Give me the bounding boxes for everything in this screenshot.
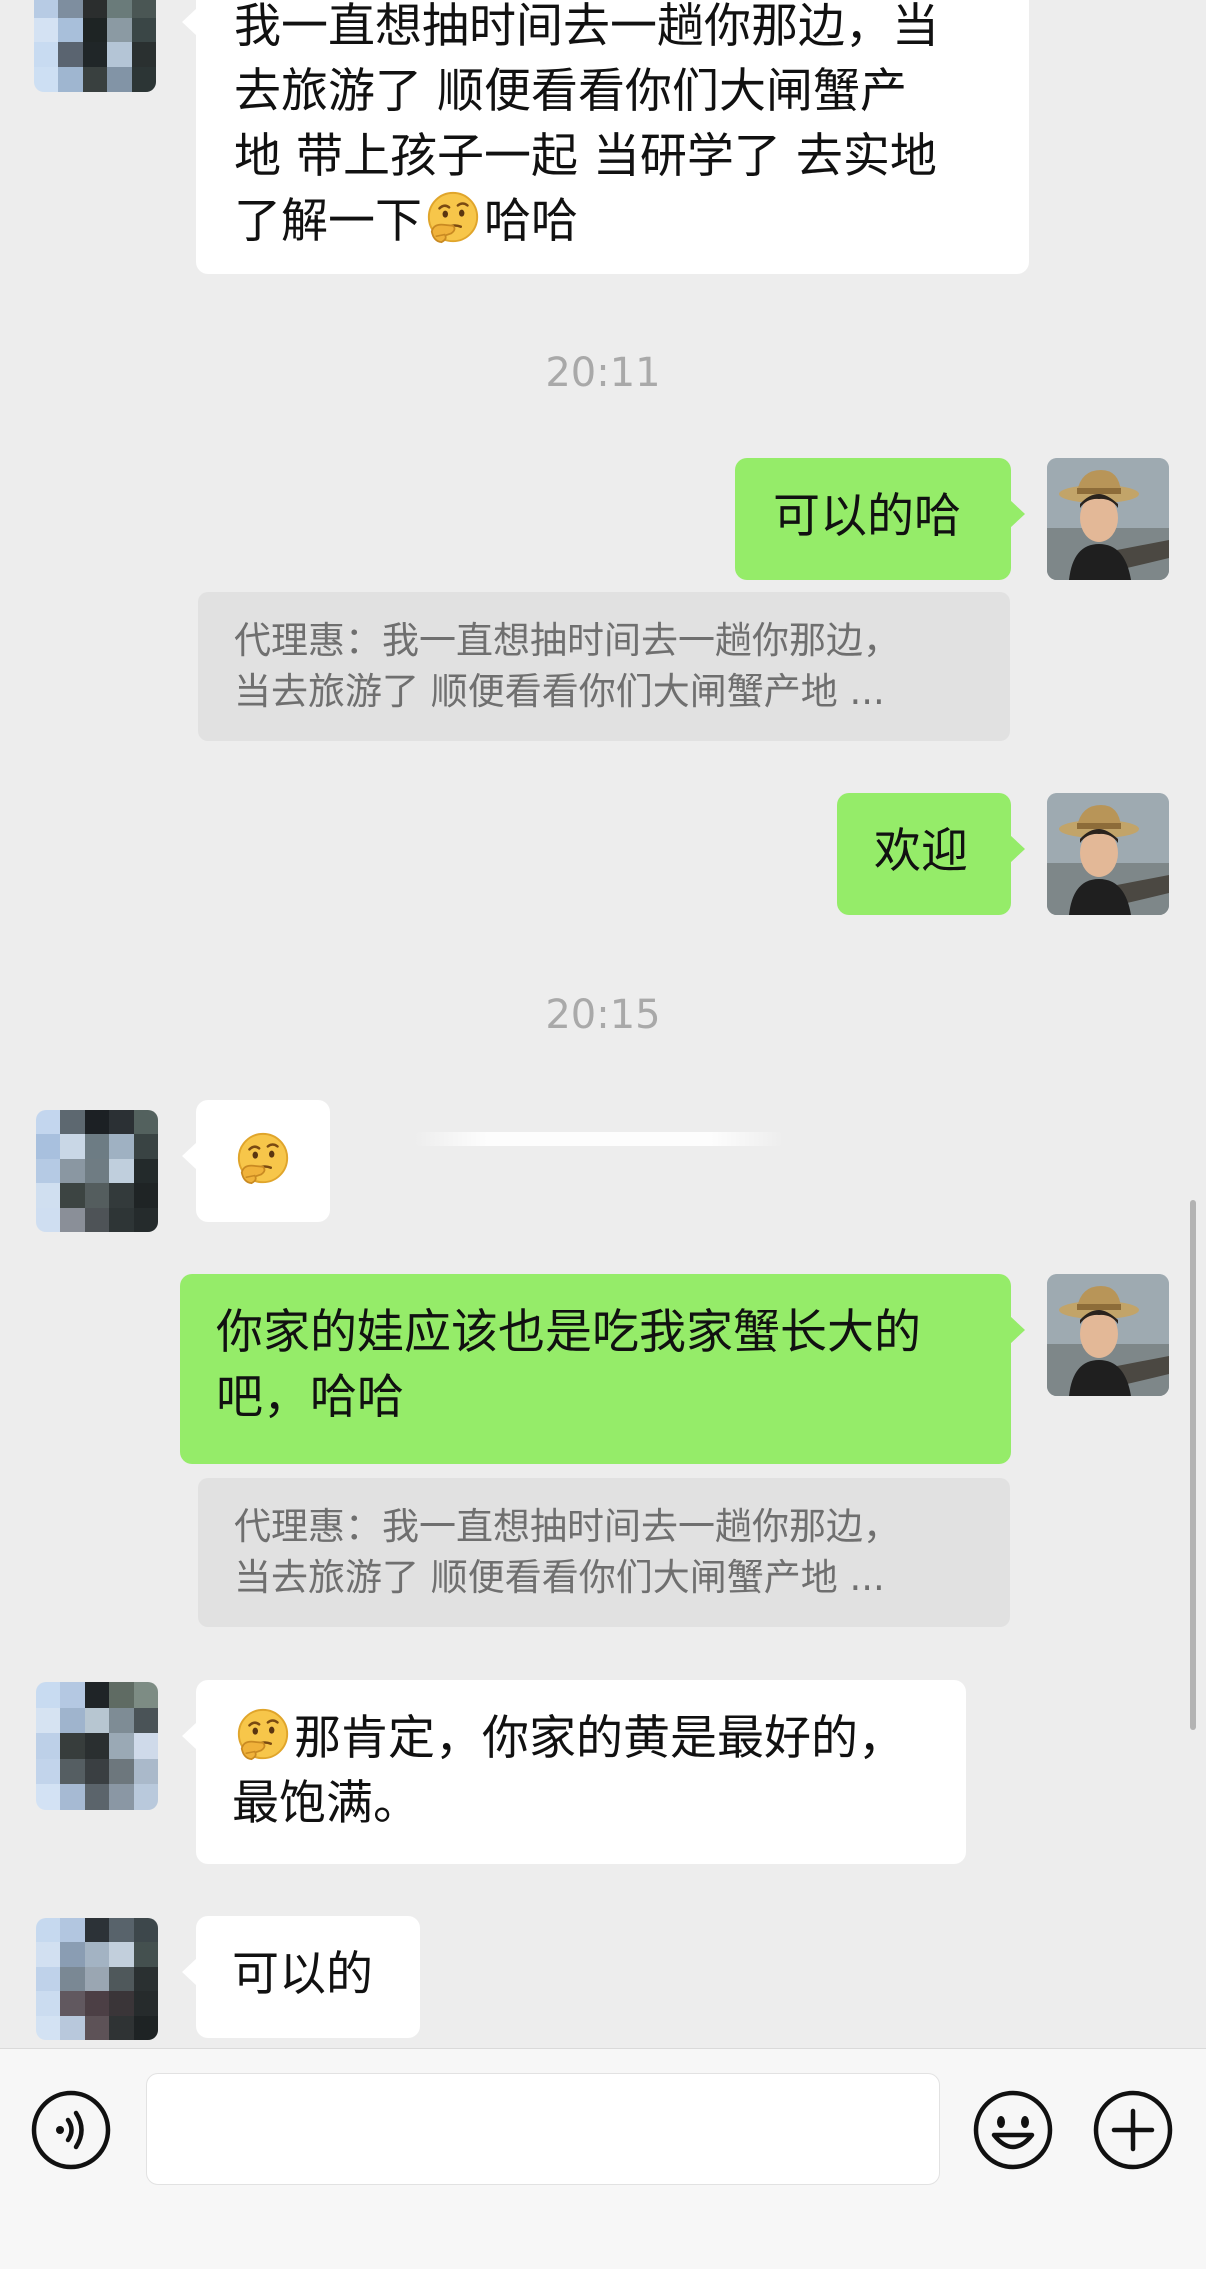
thinking-face-emoji-icon: [234, 1706, 292, 1764]
message-text: 吧，哈哈: [216, 1370, 404, 1425]
message-text: 了解一下: [234, 194, 422, 249]
input-toolbar: [0, 2048, 1206, 2269]
timestamp: 20:11: [545, 350, 661, 396]
message-bubble-incoming[interactable]: [182, 1100, 330, 1222]
blurred-area: [414, 1132, 784, 1146]
quoted-message[interactable]: 代理惠：我一直想抽时间去一趟你那边， 当去旅游了 顺便看看你们大闸蟹产地 ...: [198, 592, 1010, 741]
message-bubble-outgoing[interactable]: 你家的娃应该也是吃我家蟹长大的 吧，哈哈: [180, 1274, 1025, 1464]
person-photo-icon: [1047, 793, 1169, 915]
quote-text: 代理惠：我一直想抽时间去一趟你那边，: [234, 1505, 900, 1548]
person-photo-icon: [1047, 1274, 1169, 1396]
message-input[interactable]: [146, 2073, 940, 2185]
my-avatar[interactable]: [1047, 458, 1169, 580]
quoted-message[interactable]: 代理惠：我一直想抽时间去一趟你那边， 当去旅游了 顺便看看你们大闸蟹产地 ...: [198, 1478, 1010, 1627]
message-text: 去旅游了 顺便看看你们大闸蟹产: [234, 64, 907, 119]
quote-text: 代理惠：我一直想抽时间去一趟你那边，: [234, 619, 900, 662]
message-bubble-incoming[interactable]: 我一直想抽时间去一趟你那边，当 去旅游了 顺便看看你们大闸蟹产 地 带上孩子一起…: [182, 0, 1029, 274]
quote-text: 当去旅游了 顺便看看你们大闸蟹产地 ...: [234, 1556, 885, 1599]
message-bubble-incoming[interactable]: 可以的: [182, 1916, 420, 2038]
message-bubble-outgoing[interactable]: 欢迎: [837, 793, 1025, 915]
thinking-face-emoji-icon: [234, 1130, 292, 1188]
person-photo-icon: [1047, 458, 1169, 580]
message-bubble-incoming[interactable]: 那肯定，你家的黄是最好的， 最饱满。: [182, 1680, 966, 1864]
my-avatar[interactable]: [1047, 793, 1169, 915]
message-bubble-outgoing[interactable]: 可以的哈: [735, 458, 1025, 580]
voice-input-icon[interactable]: [30, 2089, 112, 2171]
message-text: 你家的娃应该也是吃我家蟹长大的: [216, 1305, 921, 1360]
my-avatar[interactable]: [1047, 1274, 1169, 1396]
message-text: 可以的哈: [773, 489, 961, 544]
quote-text: 当去旅游了 顺便看看你们大闸蟹产地 ...: [234, 670, 885, 713]
message-text: 我一直想抽时间去一趟你那边，当: [234, 0, 939, 54]
message-text: 地 带上孩子一起 当研学了 去实地: [234, 129, 937, 184]
contact-avatar[interactable]: [36, 1918, 158, 2040]
thinking-face-emoji-icon: [424, 189, 482, 247]
more-plus-icon[interactable]: [1092, 2089, 1174, 2171]
emoji-picker-icon[interactable]: [972, 2089, 1054, 2171]
contact-avatar[interactable]: [36, 1682, 158, 1810]
contact-avatar[interactable]: [34, 0, 156, 92]
scrollbar[interactable]: [1190, 1200, 1196, 1730]
timestamp: 20:15: [545, 992, 661, 1038]
message-text: 欢迎: [874, 824, 968, 879]
message-text: 可以的: [232, 1947, 373, 2002]
message-text: 最饱满。: [232, 1776, 420, 1831]
message-text: 那肯定，你家的黄是最好的，: [294, 1711, 905, 1766]
chat-area[interactable]: 我一直想抽时间去一趟你那边，当 去旅游了 顺便看看你们大闸蟹产 地 带上孩子一起…: [0, 0, 1206, 2048]
contact-avatar[interactable]: [36, 1110, 158, 1232]
message-text: 哈哈: [484, 194, 578, 249]
